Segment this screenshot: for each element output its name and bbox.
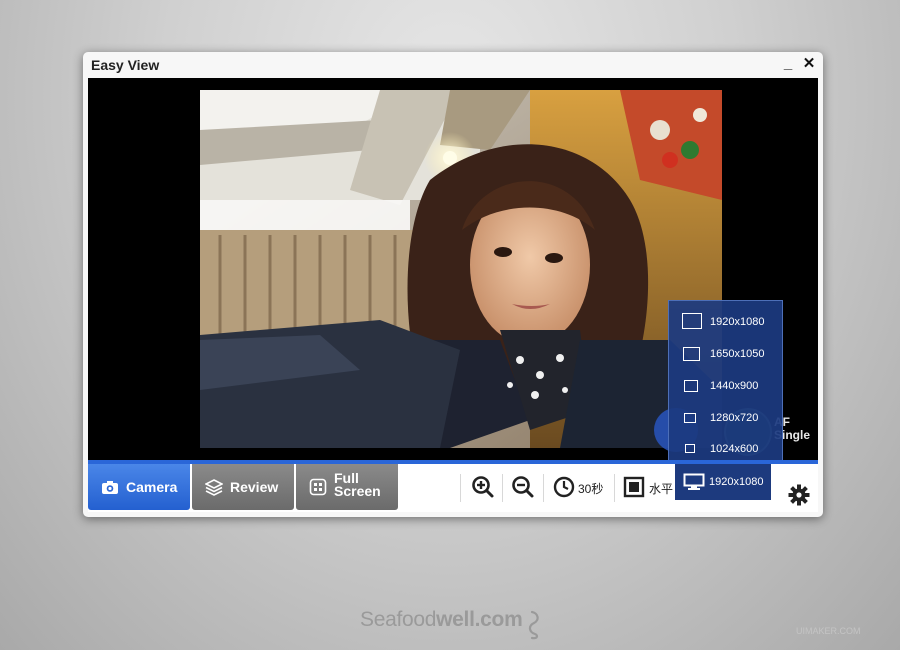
fullscreen-icon (309, 478, 327, 496)
divider (502, 474, 503, 502)
resolution-box-icon (684, 413, 696, 423)
resolution-box-icon (682, 313, 702, 329)
brand-logo-text: Seafoodwell.com (360, 608, 523, 631)
layers-icon (205, 479, 223, 496)
resolution-option[interactable]: 1650x1050 (669, 339, 782, 369)
seahorse-logo-icon (528, 610, 539, 640)
divider (543, 474, 544, 502)
zoom-in-icon (472, 476, 494, 498)
resolution-box-icon (683, 347, 700, 361)
monitor-icon (683, 473, 705, 490)
resolution-option[interactable]: 1440x900 (669, 371, 782, 401)
resolution-box-icon (685, 444, 695, 453)
orientation-button[interactable]: 水平 (621, 472, 673, 502)
resolution-option[interactable]: 1920x1080 (669, 307, 782, 337)
title-bar[interactable]: Easy View _ ✕ (83, 52, 823, 78)
watermark: UIMAKER.COM (796, 626, 861, 636)
easy-view-window: Easy View _ ✕ Single 1920x1080 1650x1050… (83, 52, 823, 517)
timer-button[interactable]: 30秒 (550, 472, 610, 502)
tab-review[interactable]: Review (192, 464, 294, 510)
camera-viewport: AF Single 1920x1080 1650x1050 1440x900 1… (88, 78, 818, 464)
window-title: Easy View (91, 57, 160, 73)
resolution-menu: 1920x1080 1650x1050 1440x900 1280x720 10… (668, 300, 783, 462)
gear-icon[interactable] (788, 484, 810, 506)
resolution-box-icon (684, 380, 698, 392)
minimize-button[interactable]: _ (779, 55, 797, 73)
full-screen-label: Full Screen (334, 470, 381, 499)
divider (460, 474, 461, 502)
zoom-in-button[interactable] (468, 472, 498, 502)
live-preview-image (200, 90, 722, 448)
zoom-out-button[interactable] (508, 472, 538, 502)
resolution-button[interactable]: 1920x1080 (675, 464, 771, 500)
tab-full-screen[interactable]: Full Screen (296, 464, 398, 510)
clock-icon (553, 476, 575, 498)
divider (614, 474, 615, 502)
tab-camera[interactable]: Camera (88, 464, 190, 510)
square-frame-icon (623, 476, 645, 498)
resolution-option[interactable]: 1280x720 (669, 403, 782, 433)
zoom-out-icon (512, 476, 534, 498)
camera-icon (102, 481, 118, 494)
close-button[interactable]: ✕ (800, 55, 818, 73)
